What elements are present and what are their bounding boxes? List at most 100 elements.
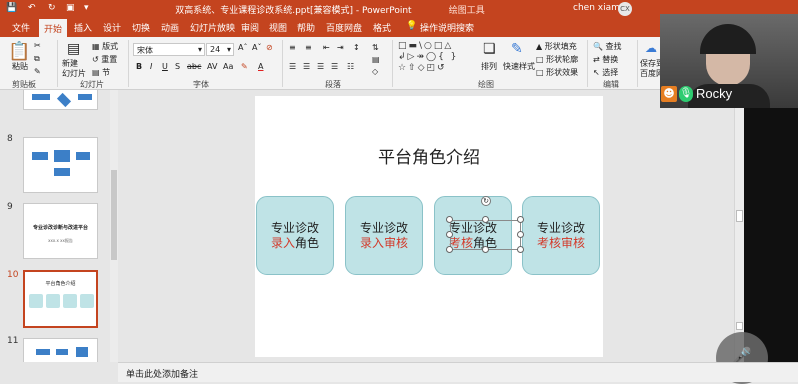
tab-insert[interactable]: 插入	[74, 21, 92, 34]
underline-icon[interactable]: U	[162, 62, 168, 71]
tab-animations[interactable]: 动画	[161, 21, 179, 34]
reset-button[interactable]: ↺ 重置	[92, 54, 117, 65]
bullets-icon[interactable]: ≡	[289, 43, 296, 52]
slide-thumbnail[interactable]	[23, 90, 98, 110]
select-button[interactable]: ↖ 选择	[593, 67, 618, 78]
role-card-entry[interactable]: 专业诊改 录入角色	[256, 196, 334, 275]
shadow-icon[interactable]: S	[175, 62, 180, 71]
tell-me-search[interactable]: 操作说明搜索	[420, 21, 474, 34]
clipboard-group-label: 剪贴板	[12, 80, 36, 89]
slide-thumbnail-pane: 8 9 专业诊改诊断与改进平台 xxx.x xx报告 10 平台角色介绍 11	[0, 90, 110, 362]
section-button[interactable]: ▤ 节	[92, 67, 110, 78]
cut-icon[interactable]: ✂	[34, 41, 41, 50]
change-case-icon[interactable]: Aa	[223, 62, 233, 71]
align-text-icon[interactable]: ▤	[372, 55, 380, 64]
numbering-icon[interactable]: ≡	[305, 43, 312, 52]
notes-placeholder[interactable]: 单击此处添加备注	[126, 367, 198, 380]
resize-handle[interactable]	[482, 216, 489, 223]
thumbnail-scrollbar[interactable]	[110, 90, 118, 362]
quick-styles-icon[interactable]: ✎	[511, 41, 523, 57]
mic-icon: 🎙	[679, 86, 693, 102]
decrease-indent-icon[interactable]: ⇤	[323, 43, 330, 52]
italic-icon[interactable]: I	[150, 62, 152, 71]
quick-styles-button[interactable]: 快速样式	[503, 61, 535, 72]
editing-group-label: 编辑	[603, 80, 619, 89]
clear-format-icon[interactable]: ⊘	[266, 43, 273, 52]
columns-icon[interactable]: ☷	[347, 62, 354, 71]
highlight-icon[interactable]: ✎	[241, 62, 248, 71]
align-right-icon[interactable]: ☰	[317, 62, 324, 71]
justify-icon[interactable]: ☰	[331, 62, 338, 71]
resize-handle[interactable]	[517, 216, 524, 223]
resize-handle[interactable]	[482, 246, 489, 253]
i-beam-cursor-icon: ∣	[299, 239, 304, 249]
slide-number: 8	[7, 134, 13, 144]
shape-effects-button[interactable]: □ 形状效果	[536, 67, 578, 78]
tab-format[interactable]: 格式	[373, 21, 391, 34]
shape-outline-button[interactable]: □ 形状轮廓	[536, 54, 578, 65]
notes-pane[interactable]: 单击此处添加备注	[118, 362, 798, 382]
slide-thumbnail-selected[interactable]: 平台角色介绍	[23, 270, 98, 328]
tab-file[interactable]: 文件	[12, 21, 30, 34]
resize-handle[interactable]	[446, 216, 453, 223]
increase-indent-icon[interactable]: ⇥	[337, 43, 344, 52]
font-group-label: 字体	[193, 80, 209, 89]
char-spacing-icon[interactable]: AV	[207, 62, 217, 71]
rotate-handle-icon[interactable]: ↻	[481, 196, 491, 206]
tab-view[interactable]: 视图	[269, 21, 287, 34]
find-button[interactable]: 🔍 查找	[593, 41, 622, 52]
slide-thumbnail[interactable]: 专业诊改诊断与改进平台 xxx.x xx报告	[23, 203, 98, 259]
role-card-entry-review[interactable]: 专业诊改 录入审核	[345, 196, 423, 275]
tab-slideshow[interactable]: 幻灯片放映	[190, 21, 235, 34]
resize-handle[interactable]	[446, 231, 453, 238]
arrange-icon[interactable]: ❏	[483, 41, 496, 57]
resize-handle[interactable]	[517, 246, 524, 253]
slides-group-label: 幻灯片	[80, 80, 104, 89]
tab-design[interactable]: 设计	[103, 21, 121, 34]
slide-number: 10	[7, 270, 19, 280]
slide-thumbnail[interactable]	[23, 338, 98, 362]
copy-icon[interactable]: ⧉	[34, 54, 40, 64]
font-name-combo[interactable]: 宋体 ▾	[133, 43, 205, 56]
baidu-cloud-icon[interactable]: ☁	[645, 41, 657, 55]
new-slide-icon[interactable]: ▤	[67, 41, 80, 57]
tab-baidu[interactable]: 百度网盘	[326, 21, 362, 34]
line-spacing-icon[interactable]: ↕	[353, 43, 360, 52]
user-icon: ☻	[661, 86, 677, 102]
align-center-icon[interactable]: ☰	[303, 62, 310, 71]
paste-button[interactable]: 粘贴	[12, 61, 28, 72]
slide-thumbnail[interactable]	[23, 137, 98, 193]
slide-canvas[interactable]: 平台角色介绍 专业诊改 录入角色 专业诊改 录入审核 专业诊改 考核角色 专业诊…	[255, 96, 603, 357]
format-painter-icon[interactable]: ✎	[34, 67, 41, 76]
lightbulb-icon[interactable]: 💡	[406, 21, 417, 31]
role-card-assess-review[interactable]: 专业诊改 考核审核	[522, 196, 600, 275]
arrange-button[interactable]: 排列	[481, 61, 497, 72]
font-size-combo[interactable]: 24 ▾	[206, 43, 234, 56]
resize-handle[interactable]	[517, 231, 524, 238]
strikethrough-icon[interactable]: abc	[187, 62, 201, 71]
align-left-icon[interactable]: ☰	[289, 62, 296, 71]
shrink-font-icon[interactable]: Aˇ	[252, 43, 261, 52]
slide-number: 11	[7, 336, 19, 346]
slide-number: 9	[7, 202, 13, 212]
bold-icon[interactable]: B	[136, 62, 142, 71]
tab-review[interactable]: 审阅	[241, 21, 259, 34]
window-title: 双高系统、专业课程诊改系统.ppt[兼容模式] - PowerPoint	[175, 6, 412, 16]
shape-fill-button[interactable]: ▲ 形状填充	[536, 41, 577, 52]
avatar[interactable]: CX	[618, 2, 632, 16]
replace-button[interactable]: ⇄ 替换	[593, 54, 618, 65]
tab-transitions[interactable]: 切换	[132, 21, 150, 34]
layout-button[interactable]: ▦ 版式	[92, 41, 118, 52]
shapes-gallery[interactable]: □▬\○□△ ↲▷↠◯{ } ☆⇧◇◰↺	[398, 41, 470, 75]
font-color-icon[interactable]: A	[258, 62, 263, 71]
new-slide-button[interactable]: 新建 幻灯片	[62, 59, 86, 79]
text-direction-icon[interactable]: ⇅	[372, 43, 379, 52]
paste-icon[interactable]: 📋	[8, 41, 30, 62]
editor-scrollbar[interactable]	[734, 90, 744, 362]
slide-title[interactable]: 平台角色介绍	[255, 143, 603, 168]
tab-home[interactable]: 开始	[39, 19, 68, 37]
grow-font-icon[interactable]: Aˆ	[238, 43, 247, 52]
resize-handle[interactable]	[446, 246, 453, 253]
smartart-icon[interactable]: ◇	[372, 67, 378, 76]
tab-help[interactable]: 帮助	[297, 21, 315, 34]
